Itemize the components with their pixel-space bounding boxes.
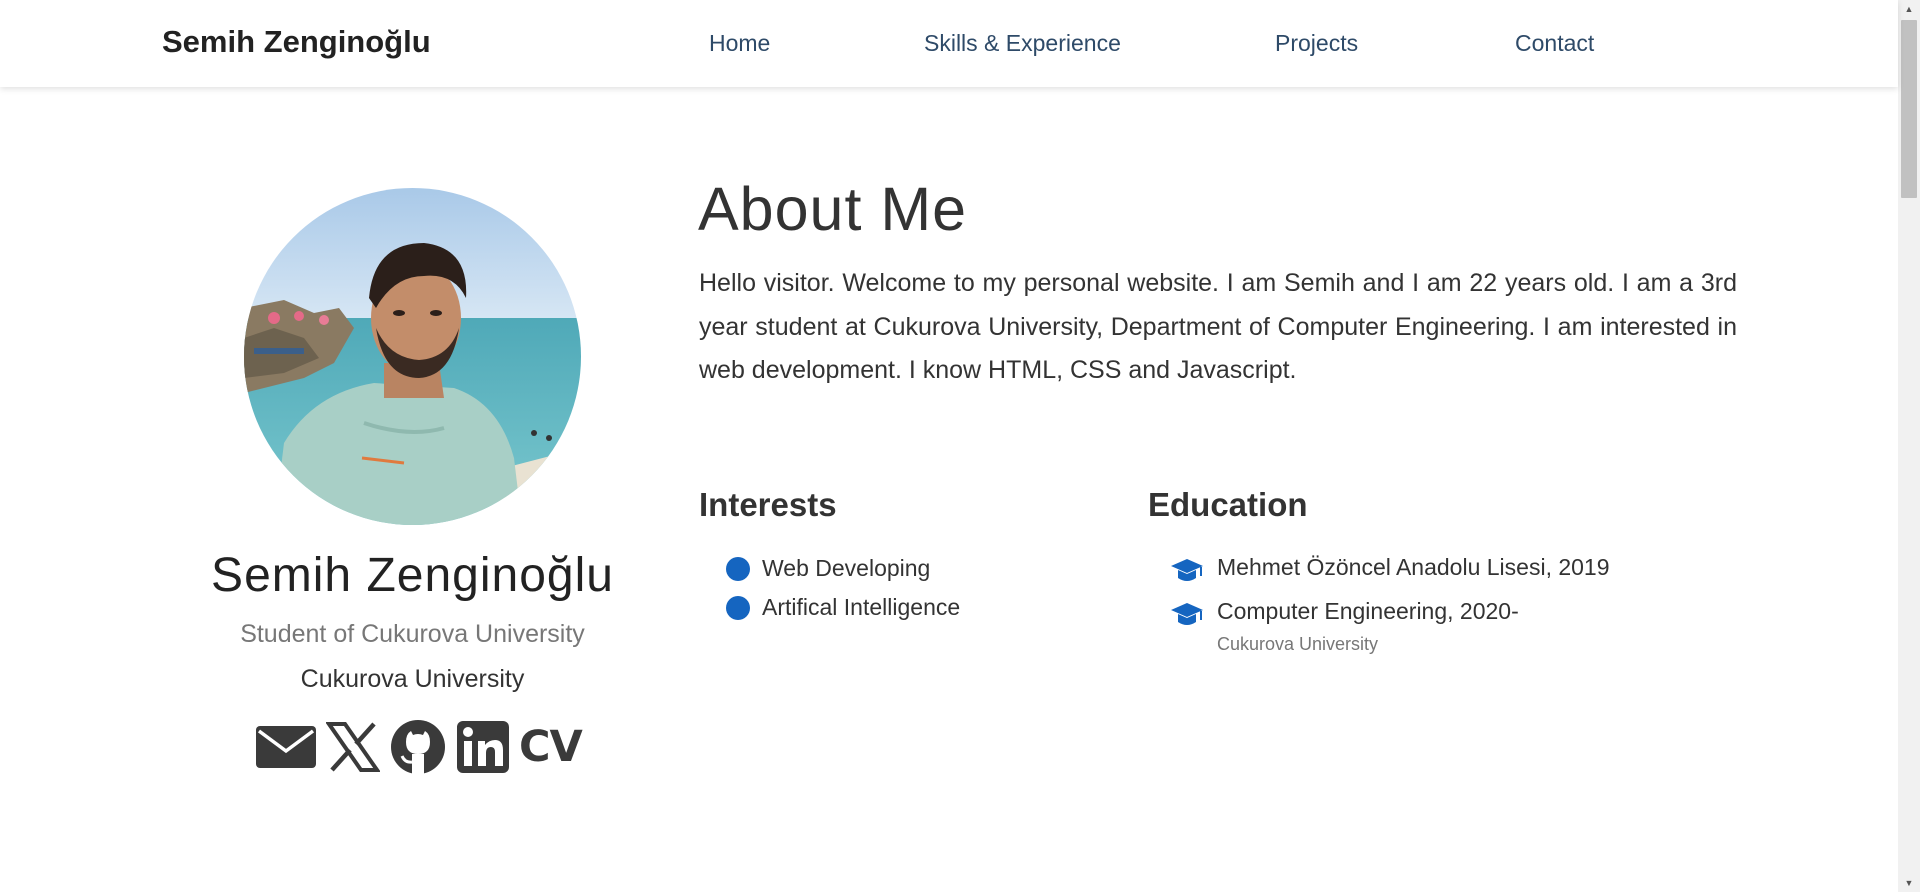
interests-title: Interests	[699, 486, 837, 523]
graduation-cap-icon	[1171, 603, 1203, 625]
about-title: About Me	[698, 175, 968, 243]
nav-link-home[interactable]: Home	[709, 30, 770, 57]
about-text: Hello visitor. Welcome to my personal we…	[699, 269, 1737, 384]
linkedin-icon[interactable]	[456, 720, 510, 774]
interest-label: Web Developing	[762, 555, 931, 581]
bullet-dot-icon	[726, 595, 750, 620]
nav-link-skills-experience[interactable]: Skills & Experience	[924, 30, 1121, 57]
nav-link-projects[interactable]: Projects	[1275, 30, 1358, 57]
brand-name[interactable]: Semih Zenginoğlu	[162, 24, 431, 60]
github-icon[interactable]	[389, 718, 447, 776]
profile-photo-illustration	[244, 188, 581, 525]
email-icon[interactable]	[255, 723, 317, 771]
interest-label: Artifical Intelligence	[762, 594, 961, 620]
profile-name: Semih Zenginoğlu	[211, 549, 614, 602]
interest-item: Web Developing	[726, 555, 930, 582]
social-links: CV	[255, 718, 583, 776]
nav-link-contact[interactable]: Contact	[1515, 30, 1594, 57]
education-title-text: Mehmet Özöncel Anadolu Lisesi, 2019	[1217, 554, 1610, 580]
bullet-dot-icon	[726, 556, 750, 581]
profile-role: Student of Cukurova University	[240, 620, 585, 648]
navbar: Semih Zenginoğlu Home Skills & Experienc…	[0, 0, 1898, 87]
x-twitter-icon[interactable]	[326, 722, 380, 772]
profile-photo	[244, 188, 581, 525]
education-title-text: Computer Engineering, 2020-	[1217, 598, 1519, 624]
scroll-down-arrow-icon[interactable]: ▼	[1898, 874, 1920, 892]
cv-link[interactable]: CV	[519, 722, 583, 772]
scrollbar-thumb[interactable]	[1901, 20, 1917, 198]
education-item: Mehmet Özöncel Anadolu Lisesi, 2019	[1170, 552, 1610, 586]
education-title: Education	[1148, 486, 1308, 523]
education-institution: Cukurova University	[1217, 634, 1379, 654]
education-item: Computer Engineering, 2020- Cukurova Uni…	[1170, 596, 1519, 655]
graduation-cap-icon	[1171, 559, 1203, 581]
profile-university: Cukurova University	[300, 665, 525, 693]
vertical-scrollbar[interactable]: ▲ ▼	[1898, 0, 1920, 892]
scroll-up-arrow-icon[interactable]: ▲	[1898, 0, 1920, 18]
interest-item: Artifical Intelligence	[726, 594, 960, 621]
